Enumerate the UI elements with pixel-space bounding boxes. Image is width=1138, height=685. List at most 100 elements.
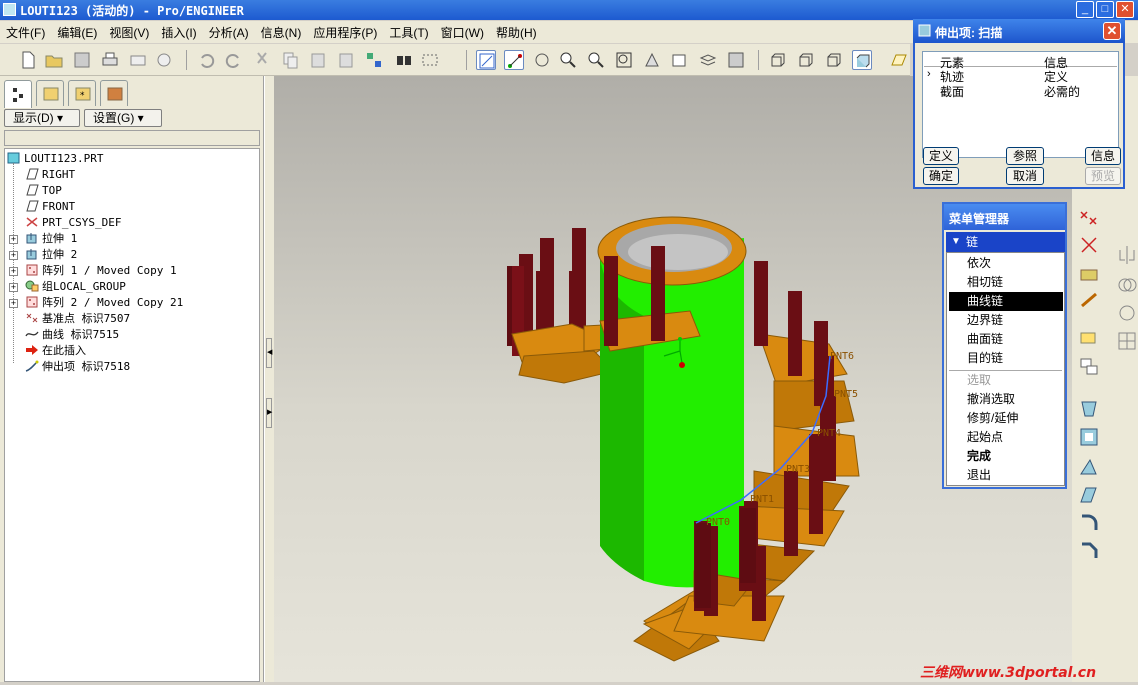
chain-link-icon[interactable] xyxy=(1078,290,1100,312)
print-icon[interactable] xyxy=(100,50,120,70)
paste-icon[interactable] xyxy=(308,50,328,70)
collapse-left-icon[interactable]: ◀ xyxy=(266,338,272,368)
redo-icon[interactable] xyxy=(224,50,244,70)
tree-item-csys[interactable]: PRT_CSYS_DEF xyxy=(25,215,121,231)
panel-splitter[interactable]: ◀ ▶ xyxy=(264,76,274,682)
new-file-icon[interactable] xyxy=(18,50,38,70)
layers-icon[interactable] xyxy=(698,50,718,70)
menu-item-boundary-chain[interactable]: 边界链 xyxy=(949,311,1063,330)
merge-tool-icon[interactable] xyxy=(1116,274,1138,296)
menu-item-surface-chain[interactable]: 曲面链 xyxy=(949,330,1063,349)
expand-icon[interactable]: + xyxy=(9,267,18,276)
zoom-out-icon[interactable] xyxy=(586,50,606,70)
menu-item-tangent-chain[interactable]: 相切链 xyxy=(949,273,1063,292)
refit-icon[interactable] xyxy=(614,50,634,70)
close-window-button[interactable]: ✕ xyxy=(1116,1,1134,18)
copy-icon[interactable] xyxy=(280,50,300,70)
send-mail-icon[interactable] xyxy=(128,50,148,70)
menu-item-one-by-one[interactable]: 依次 xyxy=(949,254,1063,273)
point-label-pnt5[interactable]: PNT5 xyxy=(834,389,858,400)
view-manager-icon[interactable] xyxy=(726,50,746,70)
cut-icon[interactable] xyxy=(252,50,272,70)
point-label-pnt1[interactable]: PNT1 xyxy=(750,494,774,505)
point-label-pnt3[interactable]: PNT3 xyxy=(786,464,810,475)
tree-item-extrude-2[interactable]: 拉伸 2 xyxy=(25,247,77,263)
wireframe-icon[interactable] xyxy=(768,50,788,70)
tab-folder-browser[interactable] xyxy=(36,80,64,106)
point-label-pnt6[interactable]: PNT6 xyxy=(830,351,854,362)
spin-center-icon[interactable] xyxy=(504,50,524,70)
expand-icon[interactable]: + xyxy=(9,283,18,292)
mail-attach-icon[interactable] xyxy=(154,50,174,70)
tree-item-protrusion[interactable]: 伸出项 标识7518 xyxy=(25,359,130,375)
sketch-tool-icon[interactable] xyxy=(1078,328,1100,350)
menu-file[interactable]: 文件(F) xyxy=(0,21,51,41)
tree-item-top[interactable]: TOP xyxy=(25,183,62,199)
tree-item-extrude-1[interactable]: 拉伸 1 xyxy=(25,231,77,247)
settings-dropdown[interactable]: 设置(G) ▾ xyxy=(84,109,162,127)
expand-icon[interactable]: + xyxy=(9,235,18,244)
shading-icon[interactable] xyxy=(852,50,872,70)
datum-plane-icon[interactable] xyxy=(888,50,908,70)
tree-item-insert-here[interactable]: 在此插入 xyxy=(25,343,86,359)
maximize-button[interactable]: □ xyxy=(1096,1,1114,18)
menu-analysis[interactable]: 分析(A) xyxy=(203,21,255,41)
dialog-close-button[interactable]: ✕ xyxy=(1103,22,1121,40)
saved-views-icon[interactable] xyxy=(670,50,690,70)
define-button[interactable]: 定义 xyxy=(923,147,959,165)
menu-view[interactable]: 视图(V) xyxy=(103,21,155,41)
menu-item-unselect[interactable]: 撤消选取 xyxy=(949,390,1063,409)
tab-model-tree[interactable] xyxy=(4,80,32,108)
info-button[interactable]: 信息 xyxy=(1085,147,1121,165)
copy-tool-icon[interactable] xyxy=(1078,356,1100,378)
no-hidden-icon[interactable] xyxy=(824,50,844,70)
menu-insert[interactable]: 插入(I) xyxy=(155,21,202,41)
tree-item-local-group[interactable]: 组LOCAL_GROUP xyxy=(25,279,126,295)
paste-special-icon[interactable] xyxy=(336,50,356,70)
menu-item-done[interactable]: 完成 xyxy=(949,447,1063,466)
table-row-trajectory[interactable]: › 轨迹 定义 xyxy=(924,68,1117,84)
round-tool-icon[interactable] xyxy=(1078,512,1100,534)
chain-menu-header[interactable]: ▼ 链 xyxy=(946,232,1065,252)
show-dropdown[interactable]: 显示(D) ▾ xyxy=(4,109,80,127)
draft-tool-icon[interactable] xyxy=(1078,484,1100,506)
tree-item-right[interactable]: RIGHT xyxy=(25,167,75,183)
tree-root[interactable]: LOUTI123.PRT xyxy=(7,151,103,167)
zoom-in-icon[interactable] xyxy=(558,50,578,70)
tab-favorites[interactable]: * xyxy=(68,80,96,106)
expand-right-icon[interactable]: ▶ xyxy=(266,398,272,428)
pattern-tool-icon[interactable] xyxy=(1116,330,1138,352)
mirror-tool-icon[interactable] xyxy=(1116,244,1138,266)
tree-item-curve[interactable]: 曲线 标识7515 xyxy=(25,327,119,343)
menu-item-curve-chain[interactable]: 曲线链 xyxy=(949,292,1063,311)
ok-button[interactable]: 确定 xyxy=(923,167,959,185)
trim-tool-icon[interactable] xyxy=(1116,302,1138,324)
menu-window[interactable]: 窗口(W) xyxy=(435,21,490,41)
rib-tool-icon[interactable] xyxy=(1078,456,1100,478)
menu-item-quit[interactable]: 退出 xyxy=(949,466,1063,485)
menu-item-intent-chain[interactable]: 目的链 xyxy=(949,349,1063,368)
tab-connections[interactable] xyxy=(100,80,128,106)
menu-item-trim-extend[interactable]: 修剪/延伸 xyxy=(949,409,1063,428)
selection-box-icon[interactable] xyxy=(420,50,440,70)
analysis-tool-icon[interactable] xyxy=(1078,262,1100,284)
menu-info[interactable]: 信息(N) xyxy=(255,21,308,41)
table-row-section[interactable]: 截面 必需的 xyxy=(924,83,1117,99)
tree-item-pattern-2[interactable]: 阵列 2 / Moved Copy 21 xyxy=(25,295,183,311)
preview-button[interactable]: 预览 xyxy=(1085,167,1121,185)
datum-point-tool-icon[interactable] xyxy=(1078,206,1100,228)
tree-item-front[interactable]: FRONT xyxy=(25,199,75,215)
datum-display-icon[interactable] xyxy=(476,50,496,70)
tree-item-datum-point[interactable]: 基准点 标识7507 xyxy=(25,311,130,327)
open-folder-icon[interactable] xyxy=(44,50,64,70)
shell-tool-icon[interactable] xyxy=(1078,426,1100,448)
menu-help[interactable]: 帮助(H) xyxy=(490,21,543,41)
expand-icon[interactable]: + xyxy=(9,299,18,308)
point-label-pnt0[interactable]: PNT0 xyxy=(706,517,730,528)
csys-tool-icon[interactable] xyxy=(1078,234,1100,256)
expand-icon[interactable]: + xyxy=(9,251,18,260)
reference-button[interactable]: 参照 xyxy=(1006,147,1044,165)
point-label-pnt4[interactable]: PNT4 xyxy=(817,428,841,439)
save-icon[interactable] xyxy=(72,50,92,70)
orient-mode-icon[interactable] xyxy=(532,50,552,70)
